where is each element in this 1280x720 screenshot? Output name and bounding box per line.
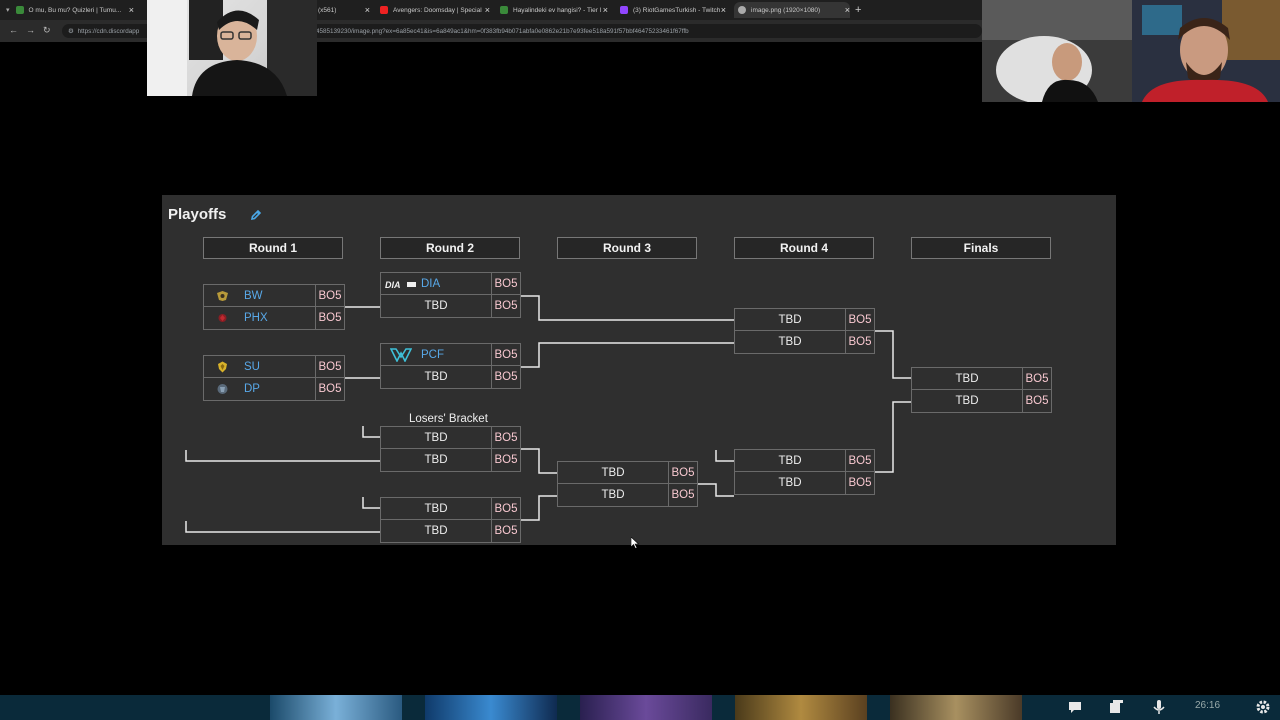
- match-slot[interactable]: PHX BO5: [203, 307, 345, 330]
- team-bw-logo-icon: [217, 291, 228, 301]
- match-slot[interactable]: TBD BO5: [380, 520, 521, 543]
- best-of-label: BO5: [845, 331, 874, 353]
- match-slot[interactable]: BW BO5: [203, 284, 345, 307]
- match-slot[interactable]: TBD BO5: [380, 366, 521, 389]
- match-slot[interactable]: TBD BO5: [911, 367, 1052, 390]
- team-pcf-logo-icon: [390, 348, 412, 362]
- team-dia-logo-icon: DIA: [385, 280, 416, 289]
- team-name: TBD: [601, 466, 625, 479]
- champion-splash-image: [890, 695, 1022, 720]
- match-slot[interactable]: TBD BO5: [380, 295, 521, 318]
- best-of-label: BO5: [491, 498, 520, 519]
- match-slot[interactable]: TBD BO5: [911, 390, 1052, 413]
- match-slot[interactable]: DP BO5: [203, 378, 345, 401]
- team-name: TBD: [424, 525, 448, 537]
- best-of-label: BO5: [1022, 390, 1051, 412]
- match-card[interactable]: TBD BO5 TBD BO5: [734, 308, 875, 354]
- match-slot[interactable]: TBD BO5: [734, 331, 875, 354]
- team-name[interactable]: DIA: [421, 278, 440, 290]
- clock-text: 26:16: [1195, 700, 1221, 711]
- best-of-label: BO5: [315, 307, 344, 329]
- team-name: TBD: [778, 477, 802, 489]
- team-phx-logo-icon: [218, 314, 227, 322]
- champion-splash-image: [270, 695, 402, 720]
- bracket-connectors: [185, 295, 911, 533]
- team-name[interactable]: DP: [244, 383, 260, 395]
- match-slot[interactable]: TBD BO5: [734, 449, 875, 472]
- cursor-icon: [631, 537, 639, 549]
- team-name: TBD: [778, 313, 802, 326]
- team-name[interactable]: SU: [244, 361, 260, 373]
- best-of-label: BO5: [845, 309, 874, 330]
- match-card[interactable]: TBD BO5 TBD BO5: [557, 461, 698, 507]
- best-of-label: BO5: [668, 462, 697, 483]
- svg-text:DIA: DIA: [385, 280, 401, 289]
- best-of-label: BO5: [845, 450, 874, 471]
- chat-icon[interactable]: [1066, 698, 1084, 716]
- microphone-icon[interactable]: [1150, 698, 1168, 716]
- match-card[interactable]: BW BO5 PHX BO5: [203, 284, 345, 330]
- match-slot[interactable]: TBD BO5: [380, 449, 521, 472]
- match-card[interactable]: SU BO5 DP BO5: [203, 355, 345, 401]
- team-name: TBD: [955, 395, 979, 407]
- team-name[interactable]: BW: [244, 290, 263, 302]
- best-of-label: BO5: [315, 285, 344, 306]
- team-name: TBD: [778, 336, 802, 348]
- team-name: TBD: [424, 431, 448, 444]
- library-icon[interactable]: [1107, 698, 1125, 716]
- match-slot[interactable]: TBD BO5: [557, 484, 698, 507]
- champion-splash-image: [735, 695, 867, 720]
- settings-gear-icon[interactable]: [1254, 698, 1272, 716]
- team-name: TBD: [955, 372, 979, 385]
- match-card[interactable]: DIA DIA BO5 TBD BO5: [380, 272, 521, 318]
- best-of-label: BO5: [845, 472, 874, 494]
- team-name: TBD: [778, 454, 802, 467]
- match-slot[interactable]: TBD BO5: [557, 461, 698, 484]
- team-su-logo-icon: [218, 361, 227, 373]
- match-card[interactable]: TBD BO5 TBD BO5: [380, 426, 521, 472]
- best-of-label: BO5: [491, 520, 520, 542]
- match-card[interactable]: TBD BO5 TBD BO5: [380, 497, 521, 543]
- champion-splash-image: [425, 695, 557, 720]
- match-card[interactable]: TBD BO5 TBD BO5: [734, 449, 875, 495]
- champion-splash-image: [580, 695, 712, 720]
- match-slot[interactable]: DIA DIA BO5: [380, 272, 521, 295]
- team-name: TBD: [424, 300, 448, 312]
- team-name: TBD: [601, 489, 625, 501]
- best-of-label: BO5: [491, 449, 520, 471]
- team-name: TBD: [424, 454, 448, 466]
- best-of-label: BO5: [491, 366, 520, 388]
- best-of-label: BO5: [1022, 368, 1051, 389]
- best-of-label: BO5: [491, 344, 520, 365]
- best-of-label: BO5: [491, 427, 520, 448]
- team-name: TBD: [424, 502, 448, 515]
- match-slot[interactable]: TBD BO5: [734, 308, 875, 331]
- team-dp-logo-icon: [217, 384, 228, 394]
- match-slot[interactable]: SU BO5: [203, 355, 345, 378]
- best-of-label: BO5: [668, 484, 697, 506]
- match-slot[interactable]: TBD BO5: [380, 426, 521, 449]
- match-slot[interactable]: PCF BO5: [380, 343, 521, 366]
- team-name[interactable]: PHX: [244, 312, 268, 324]
- match-card[interactable]: PCF BO5 TBD BO5: [380, 343, 521, 389]
- best-of-label: BO5: [491, 295, 520, 317]
- team-name: TBD: [424, 371, 448, 383]
- team-name[interactable]: PCF: [421, 349, 444, 361]
- match-card-finals[interactable]: TBD BO5 TBD BO5: [911, 367, 1052, 413]
- best-of-label: BO5: [491, 273, 520, 294]
- match-slot[interactable]: TBD BO5: [380, 497, 521, 520]
- match-slot[interactable]: TBD BO5: [734, 472, 875, 495]
- best-of-label: BO5: [315, 378, 344, 400]
- losers-bracket-label: Losers' Bracket: [409, 413, 488, 425]
- best-of-label: BO5: [315, 356, 344, 377]
